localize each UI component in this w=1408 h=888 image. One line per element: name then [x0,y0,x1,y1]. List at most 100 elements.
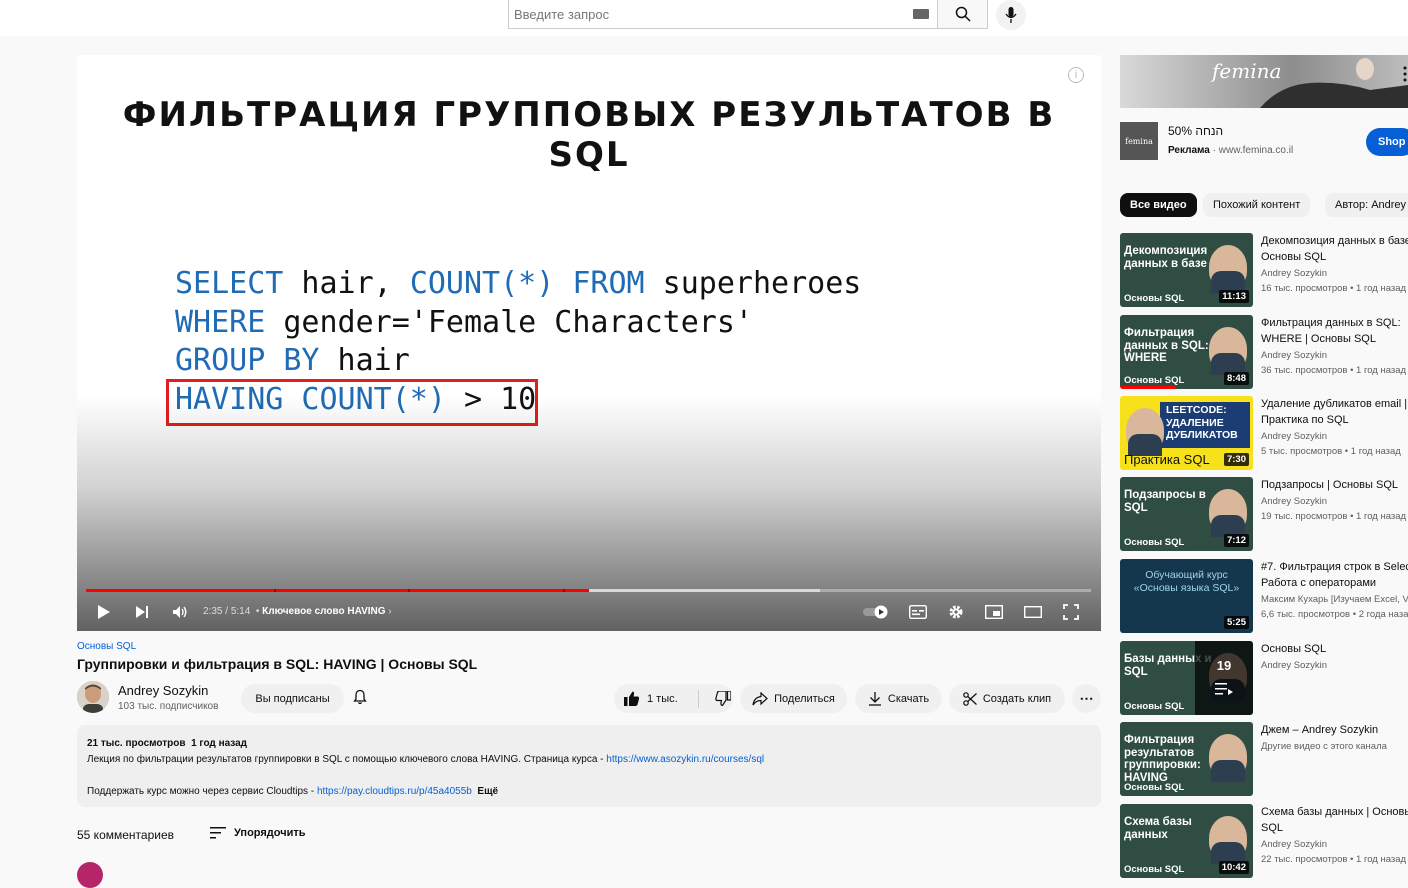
thumb-text: Фильтрация результатов группировки: HAVI… [1124,734,1201,784]
chapter-divider [274,589,276,592]
mic-icon [1005,7,1017,23]
more-actions-button[interactable]: ⋯ [1072,684,1101,713]
ad-title[interactable]: 50% הנחה [1168,124,1223,138]
keyboard-icon[interactable] [913,9,929,19]
recommendation-info: #7. Фильтрация строк в Select. Работа с … [1261,559,1408,620]
duration-badge: 5:25 [1223,616,1249,629]
ad-brand-text: femina [1212,59,1282,83]
view-stats: 21 тыс. просмотров 1 год назад [87,738,248,749]
divider [697,689,699,708]
subscribed-button[interactable]: Вы подписаны [241,684,344,713]
chip-all-videos[interactable]: Все видео [1120,193,1197,217]
progress-played [86,589,589,592]
video-thumbnail[interactable]: Подзапросы в SQL Основы SQL 7:12 [1120,477,1253,551]
chip-related[interactable]: Похожий контент [1203,193,1311,217]
download-button[interactable]: Скачать [855,684,942,713]
filter-chips: Все видео Похожий контент Автор: Andrey … [1120,193,1408,217]
progress-bar[interactable] [86,589,1091,592]
chapter-title[interactable]: Ключевое слово HAVING [262,606,385,617]
recommendation-channel[interactable]: Andrey Sozykin [1261,431,1408,442]
thumb-text: LEETCODE: УДАЛЕНИЕ ДУБЛИКАТОВ [1166,404,1238,441]
theater-button[interactable] [1022,602,1044,622]
presenter-image [1209,245,1247,293]
volume-button[interactable] [169,602,191,622]
recommendation-item[interactable]: Обучающий курс «Основы языка SQL» 5:25 #7.… [1120,559,1408,633]
channel-name[interactable]: Andrey Sozykin [118,683,208,698]
ad-dot: · [1209,145,1219,156]
recommendation-item[interactable]: Базы данных и SQL Основы SQL 19 Основы SQL A… [1120,641,1408,715]
chip-author[interactable]: Автор: Andrey Sozykin [1325,193,1408,217]
ad-banner[interactable]: femina [1120,55,1408,108]
recommendation-title[interactable]: Подзапросы | Основы SQL [1261,477,1408,493]
recommendation-item[interactable]: Декомпозиция данных в базе Основы SQL 11:1… [1120,233,1408,307]
like-button[interactable]: 1 тыс. [624,691,678,706]
avatar-image [77,681,109,713]
recommendation-channel[interactable]: Andrey Sozykin [1261,350,1408,361]
info-icon[interactable]: i [1068,67,1084,83]
recommendation-channel[interactable]: Andrey Sozykin [1261,268,1408,279]
sort-button[interactable]: Упорядочить [210,827,306,839]
more-vert-icon[interactable] [1402,66,1408,82]
scissors-icon [963,691,977,706]
recommendation-title[interactable]: Фильтрация данных в SQL: WHERE | Основы … [1261,315,1408,347]
video-thumbnail[interactable]: Фильтрация данных в SQL: WHERE Основы SQL… [1120,315,1253,389]
recommendation-channel[interactable]: Andrey Sozykin [1261,660,1408,671]
recommendation-title[interactable]: Основы SQL [1261,641,1408,657]
voice-search-button[interactable] [996,0,1026,30]
fullscreen-button[interactable] [1060,602,1082,622]
recommendation-item[interactable]: Фильтрация результатов группировки: HAVI… [1120,722,1408,796]
show-more-button[interactable]: Ещё [477,786,498,797]
recommendation-title[interactable]: #7. Фильтрация строк в Select. Работа с … [1261,559,1408,591]
description-box[interactable]: 21 тыс. просмотров 1 год назад Лекция по… [77,725,1101,807]
video-thumbnail[interactable]: Базы данных и SQL Основы SQL 19 [1120,641,1253,715]
miniplayer-button[interactable] [983,602,1005,622]
download-label: Скачать [887,692,930,705]
share-button[interactable]: Поделиться [740,684,847,713]
shop-button[interactable]: Shop [1366,128,1408,156]
code-token: hair, [283,266,410,301]
bell-icon[interactable] [352,689,368,705]
subtitles-icon [909,605,927,619]
recommendation-item[interactable]: Схема базы данных Основы SQL 10:42 Схема ба… [1120,804,1408,878]
video-thumbnail[interactable]: Декомпозиция данных в базе Основы SQL 11:1… [1120,233,1253,307]
thumb-down-icon [714,691,731,706]
thumb-text: Фильтрация данных в SQL: WHERE [1124,327,1209,364]
recommendation-title[interactable]: Джем – Andrey Sozykin [1261,722,1408,738]
video-thumbnail[interactable]: Обучающий курс «Основы языка SQL» 5:25 [1120,559,1253,633]
avatar[interactable] [77,681,109,713]
description-line: Лекция по фильтрации результатов группир… [87,752,1091,768]
recommendation-item[interactable]: Подзапросы в SQL Основы SQL 7:12 Подзапросы… [1120,477,1408,551]
recommendation-item[interactable]: Фильтрация данных в SQL: WHERE Основы SQL… [1120,315,1408,389]
subtitles-button[interactable] [907,602,929,622]
recommendation-title[interactable]: Декомпозиция данных в базе | Основы SQL [1261,233,1408,265]
next-button[interactable] [131,602,153,622]
recommendation-channel[interactable]: Максим Кухарь [Изучаем Excel, VBA] [1261,594,1408,605]
clip-button[interactable]: Создать клип [949,684,1065,713]
recommendation-title[interactable]: Удаление дубликатов email | Практика по … [1261,396,1408,428]
video-thumbnail[interactable]: LEETCODE: УДАЛЕНИЕ ДУБЛИКАТОВ Практика SQ… [1120,396,1253,470]
search-input[interactable] [508,0,938,29]
recommendation-info: Удаление дубликатов email | Практика по … [1261,396,1408,457]
video-player[interactable]: ФИЛЬТРАЦИЯ ГРУППОВЫХ РЕЗУЛЬТАТОВ В SQL S… [77,55,1101,631]
settings-button[interactable] [945,602,967,622]
ad-logo[interactable]: femina [1120,122,1158,160]
search-button[interactable] [938,0,988,29]
recommendation-channel[interactable]: Другие видео с этого канала [1261,741,1408,752]
autoplay-toggle[interactable] [862,602,892,622]
presenter-image [1126,408,1164,456]
recommendation-channel[interactable]: Andrey Sozykin [1261,496,1408,507]
donate-link[interactable]: https://pay.cloudtips.ru/p/45a4055b [317,786,472,797]
course-link[interactable]: https://www.asozykin.ru/courses/sql [606,754,764,765]
dislike-button[interactable] [714,691,731,706]
playlist-link[interactable]: Основы SQL [77,641,136,652]
video-thumbnail[interactable]: Схема базы данных Основы SQL 10:42 [1120,804,1253,878]
recommendation-title[interactable]: Схема базы данных | Основы SQL [1261,804,1408,836]
play-button[interactable] [93,602,115,622]
recommendation-item[interactable]: LEETCODE: УДАЛЕНИЕ ДУБЛИКАТОВ Практика SQ… [1120,396,1408,470]
duration-badge: 8:48 [1223,372,1249,385]
recommendation-channel[interactable]: Andrey Sozykin [1261,839,1408,850]
presenter-image [1209,734,1247,782]
recommendation-meta: 36 тыс. просмотров • 1 год назад [1261,365,1407,376]
video-thumbnail[interactable]: Фильтрация результатов группировки: HAVI… [1120,722,1253,796]
